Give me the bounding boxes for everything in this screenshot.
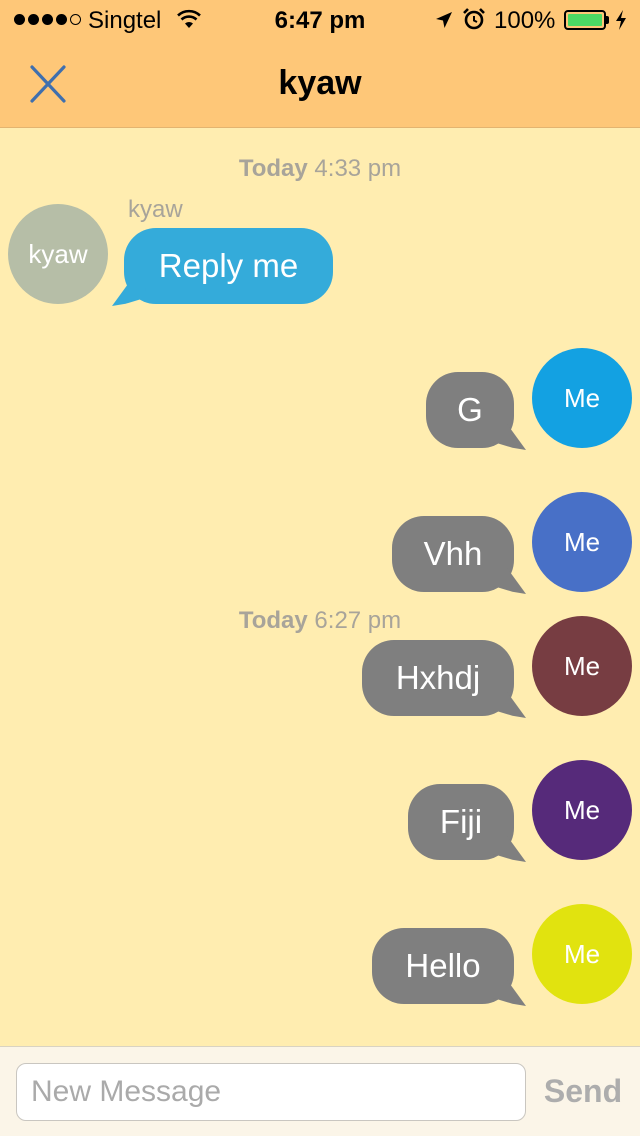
avatar-label: Me <box>563 938 601 969</box>
message-composer: Send <box>0 1046 640 1136</box>
avatar-me[interactable]: Me <box>532 904 632 1004</box>
message-text: Fiji <box>439 803 483 840</box>
timestamp: Today 4:33 pm <box>0 155 640 183</box>
timestamp-day: Today <box>238 607 308 634</box>
message-text: G <box>457 391 483 428</box>
battery-icon <box>564 10 606 30</box>
status-bar: Singtel 6:47 pm 100% <box>0 0 640 40</box>
message-text: Hello <box>405 947 481 984</box>
avatar-me[interactable]: Me <box>532 348 632 448</box>
avatar-label: Me <box>563 794 601 825</box>
timestamp-time: 4:33 pm <box>314 155 402 182</box>
avatar-kyaw[interactable]: kyaw <box>8 204 108 304</box>
timestamp-day: Today <box>238 155 308 182</box>
message-text: Vhh <box>423 535 483 572</box>
avatar-label: Me <box>563 526 601 557</box>
battery-tip <box>606 16 609 24</box>
outgoing-message-bubble[interactable]: G <box>426 372 514 448</box>
alarm-clock-icon <box>462 7 486 38</box>
avatar-label: Me <box>563 382 601 413</box>
avatar-me[interactable]: Me <box>532 616 632 716</box>
outgoing-message-bubble[interactable]: Vhh <box>392 516 514 592</box>
conversation-title: kyaw <box>278 64 362 102</box>
avatar-label: kyaw <box>28 238 88 269</box>
message-text: Reply me <box>158 247 299 284</box>
incoming-message-bubble[interactable]: Reply me <box>124 228 333 304</box>
avatar-me[interactable]: Me <box>532 492 632 592</box>
timestamp: Today 6:27 pm <box>0 607 640 635</box>
battery-percent: 100% <box>494 7 556 34</box>
avatar-me[interactable]: Me <box>532 760 632 860</box>
outgoing-message-bubble[interactable]: Hxhdj <box>362 640 514 716</box>
outgoing-message-bubble[interactable]: Hello <box>372 928 514 1004</box>
new-message-input[interactable] <box>16 1063 526 1121</box>
send-button[interactable]: Send <box>540 1073 626 1110</box>
message-text: Hxhdj <box>395 659 481 696</box>
sender-name: kyaw <box>128 196 183 223</box>
battery-level-fill <box>568 14 602 26</box>
outgoing-message-bubble[interactable]: Fiji <box>408 784 514 860</box>
charging-bolt-icon <box>614 9 628 38</box>
location-arrow-icon <box>434 9 454 37</box>
timestamp-time: 6:27 pm <box>314 607 402 634</box>
avatar-label: Me <box>563 650 601 681</box>
navigation-header: Singtel 6:47 pm 100% kyaw <box>0 0 640 128</box>
